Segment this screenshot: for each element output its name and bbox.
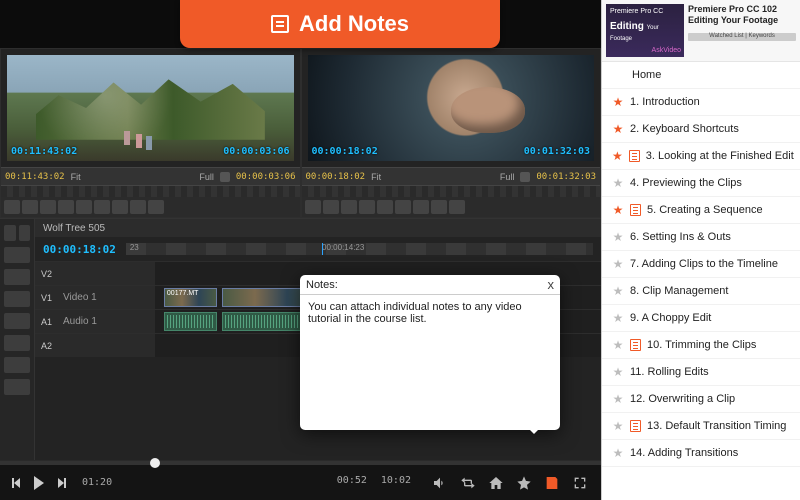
- star-icon[interactable]: ★: [612, 150, 623, 162]
- skip-back-icon[interactable]: [10, 476, 24, 490]
- sidebar-item-label: Home: [632, 69, 661, 81]
- course-header[interactable]: Premiere Pro CC Editing Your Footage Ask…: [602, 0, 800, 62]
- course-sidebar: Premiere Pro CC Editing Your Footage Ask…: [601, 0, 800, 500]
- source-tc-out: 00:00:03:06: [223, 147, 289, 157]
- star-icon[interactable]: ★: [612, 123, 624, 135]
- source-tc-in: 00:11:43:02: [11, 147, 77, 157]
- sidebar-item-label: 2. Keyboard Shortcuts: [630, 123, 739, 135]
- sidebar-item-label: 7. Adding Clips to the Timeline: [630, 258, 778, 270]
- program-tc-in: 00:00:18:02: [312, 147, 378, 157]
- sidebar-item-lesson[interactable]: ★ 13. Default Transition Timing: [602, 413, 800, 440]
- preview-panels: 00:11:43:02 00:00:03:06 00:11:43:02 Fit …: [0, 48, 601, 218]
- star-icon[interactable]: ★: [612, 420, 624, 432]
- sidebar-item-lesson[interactable]: ★ 12. Overwriting a Clip: [602, 386, 800, 413]
- video-viewer: 00:11:43:02 00:00:03:06 00:11:43:02 Fit …: [0, 0, 601, 500]
- sidebar-item-lesson[interactable]: ★ 7. Adding Clips to the Timeline: [602, 251, 800, 278]
- current-time: 01:20: [82, 477, 112, 488]
- sidebar-item-lesson[interactable]: ★ 6. Setting Ins & Outs: [602, 224, 800, 251]
- playhead-timecode: 00:00:18:02: [43, 243, 116, 256]
- star-icon[interactable]: ★: [612, 96, 624, 108]
- star-icon[interactable]: ★: [612, 177, 624, 189]
- close-icon[interactable]: x: [548, 277, 555, 292]
- playhead-icon[interactable]: [322, 243, 323, 255]
- notes-toolbar-icon[interactable]: [543, 475, 561, 491]
- sidebar-item-lesson[interactable]: ★ 3. Looking at the Finished Edit: [602, 143, 800, 170]
- banner-label: Add Notes: [299, 11, 409, 37]
- scrubber[interactable]: [0, 461, 601, 465]
- star-icon[interactable]: ★: [612, 204, 624, 216]
- player-bar: 01:20 00:52 10:02: [0, 460, 601, 500]
- program-frame: 00:00:18:02 00:01:32:03: [308, 55, 595, 161]
- course-thumbnail: Premiere Pro CC Editing Your Footage Ask…: [606, 4, 684, 57]
- sidebar-item-label: 8. Clip Management: [630, 285, 728, 297]
- star-icon[interactable]: ★: [612, 447, 624, 459]
- sidebar-item-lesson[interactable]: ★ 8. Clip Management: [602, 278, 800, 305]
- sidebar-item-label: 9. A Choppy Edit: [630, 312, 711, 324]
- sidebar-item-lesson[interactable]: ★ 2. Keyboard Shortcuts: [602, 116, 800, 143]
- sidebar-item-lesson[interactable]: ★ 14. Adding Transitions: [602, 440, 800, 467]
- program-controls: 00:00:18:02 Fit Full 00:01:32:03: [302, 167, 601, 185]
- star-icon[interactable]: ★: [612, 285, 624, 297]
- sidebar-item-label: 3. Looking at the Finished Edit: [646, 150, 794, 162]
- play-icon[interactable]: [32, 476, 46, 490]
- app-root: Add Notes 00:11:43:02 00:00:03:06 00:11:…: [0, 0, 800, 500]
- star-icon[interactable]: ★: [612, 231, 624, 243]
- sidebar-item-label: 10. Trimming the Clips: [647, 339, 756, 351]
- loop-icon[interactable]: [459, 475, 477, 491]
- source-monitor[interactable]: 00:11:43:02 00:00:03:06 00:11:43:02 Fit …: [0, 48, 301, 218]
- duration-time: 10:02: [381, 475, 411, 486]
- sidebar-item-lesson[interactable]: ★ 10. Trimming the Clips: [602, 332, 800, 359]
- add-notes-banner: Add Notes: [180, 0, 500, 48]
- source-transport[interactable]: [1, 197, 300, 217]
- volume-icon[interactable]: [431, 475, 449, 491]
- sidebar-item-label: 6. Setting Ins & Outs: [630, 231, 731, 243]
- sidebar-item-label: 1. Introduction: [630, 96, 700, 108]
- program-tc-out: 00:01:32:03: [524, 147, 590, 157]
- project-icon-strip[interactable]: [0, 219, 34, 460]
- sidebar-item-lesson[interactable]: ★ 9. A Choppy Edit: [602, 305, 800, 332]
- skip-forward-icon[interactable]: [54, 476, 68, 490]
- star-icon[interactable]: ★: [612, 312, 624, 324]
- sidebar-item-label: 11. Rolling Edits: [630, 366, 709, 378]
- sidebar-item-label: 12. Overwriting a Clip: [630, 393, 735, 405]
- time-ruler[interactable]: 23 00:00:14:23: [126, 243, 593, 255]
- sequence-tab[interactable]: Wolf Tree 505: [43, 223, 105, 234]
- has-notes-icon: [630, 339, 641, 351]
- program-monitor[interactable]: 00:00:18:02 00:01:32:03 00:00:18:02 Fit …: [301, 48, 602, 218]
- fullscreen-icon[interactable]: [571, 475, 589, 491]
- sidebar-item-lesson[interactable]: ★ 5. Creating a Sequence: [602, 197, 800, 224]
- star-icon[interactable]: ★: [612, 366, 624, 378]
- wrench-icon[interactable]: [220, 172, 230, 182]
- program-scrubber[interactable]: [302, 185, 601, 197]
- home-icon[interactable]: [487, 475, 505, 491]
- sidebar-item-lesson[interactable]: ★ 11. Rolling Edits: [602, 359, 800, 386]
- sidebar-item-lesson[interactable]: ★ 4. Previewing the Clips: [602, 170, 800, 197]
- has-notes-icon: [630, 420, 641, 432]
- star-icon[interactable]: [515, 475, 533, 491]
- elapsed-time: 00:52: [337, 475, 367, 486]
- star-icon[interactable]: ★: [612, 258, 624, 270]
- source-scrubber[interactable]: [1, 185, 300, 197]
- sidebar-item-home[interactable]: Home: [602, 62, 800, 89]
- sidebar-item-lesson[interactable]: ★ 1. Introduction: [602, 89, 800, 116]
- notes-title: Notes:: [306, 279, 338, 291]
- sidebar-item-label: 5. Creating a Sequence: [647, 204, 763, 216]
- notes-popup: Notes: x You can attach individual notes…: [300, 275, 560, 430]
- course-meta: Premiere Pro CC 102 Editing Your Footage…: [688, 4, 796, 57]
- notes-icon: [271, 15, 289, 33]
- lesson-list: Home ★ 1. Introduction ★ 2. Keyboard Shortc…: [602, 62, 800, 500]
- wrench-icon[interactable]: [520, 172, 530, 182]
- star-icon[interactable]: ★: [612, 393, 624, 405]
- sidebar-item-label: 13. Default Transition Timing: [647, 420, 786, 432]
- sidebar-item-label: 14. Adding Transitions: [630, 447, 738, 459]
- source-frame: 00:11:43:02 00:00:03:06: [7, 55, 294, 161]
- has-notes-icon: [630, 204, 641, 216]
- source-controls: 00:11:43:02 Fit Full 00:00:03:06: [1, 167, 300, 185]
- star-icon[interactable]: ★: [612, 339, 624, 351]
- scrub-handle[interactable]: [150, 458, 160, 468]
- sidebar-item-label: 4. Previewing the Clips: [630, 177, 742, 189]
- notes-body[interactable]: You can attach individual notes to any v…: [300, 295, 560, 430]
- program-transport[interactable]: [302, 197, 601, 217]
- has-notes-icon: [629, 150, 640, 162]
